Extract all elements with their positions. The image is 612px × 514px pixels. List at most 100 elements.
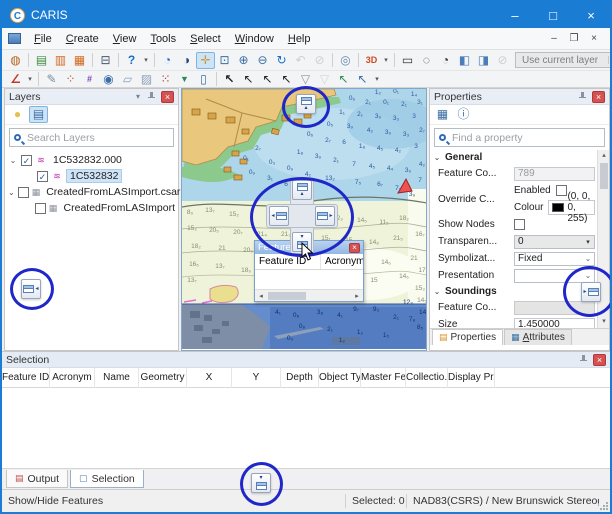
feature-code-field[interactable] bbox=[514, 167, 595, 181]
edit-acronym-icon[interactable]: # bbox=[80, 71, 99, 88]
tab-output[interactable]: ▤ Output bbox=[6, 470, 68, 488]
pin-icon[interactable] bbox=[578, 354, 589, 365]
column-header[interactable]: Feature ID bbox=[2, 368, 50, 388]
layer-checkbox[interactable] bbox=[37, 171, 48, 182]
menu-window[interactable]: Window bbox=[228, 30, 281, 48]
minimize-button[interactable]: – bbox=[496, 2, 534, 28]
scrollbar-thumb[interactable] bbox=[268, 292, 306, 300]
previous-view-icon[interactable]: ↶ bbox=[291, 52, 310, 69]
column-header[interactable]: Object Ty... bbox=[319, 368, 361, 388]
layer-row-createdfromlasimport-csar[interactable]: ⌄ ▦ CreatedFromLASImport.csar bbox=[5, 184, 178, 200]
tab-selection[interactable]: ▢ Selection bbox=[70, 470, 144, 488]
column-header[interactable]: Master Fe... bbox=[361, 368, 406, 388]
new-layer-icon[interactable]: ● bbox=[8, 106, 27, 123]
select-radius-icon[interactable]: ◔ bbox=[436, 52, 455, 69]
layer-checkbox[interactable] bbox=[21, 155, 32, 166]
select-node-icon[interactable]: ↖ bbox=[277, 71, 296, 88]
column-header[interactable]: Collectio... bbox=[406, 368, 448, 388]
features-hscrollbar[interactable]: ◂ ▸ bbox=[255, 289, 363, 301]
column-header[interactable]: Name bbox=[95, 368, 139, 388]
layer-row-createdfromlasimport[interactable]: ▦ CreatedFromLASImport bbox=[5, 200, 178, 216]
layer-row-1C532832-000[interactable]: ⌄ ≋ 1C532832.000 bbox=[5, 152, 178, 168]
colour-picker[interactable]: (0, 0, 0, 255) bbox=[548, 200, 595, 215]
pin-icon[interactable] bbox=[146, 91, 157, 102]
use-current-layer-combo[interactable]: Use current layer ▾ bbox=[515, 52, 612, 68]
menu-help[interactable]: Help bbox=[281, 30, 318, 48]
expander-icon[interactable]: ⌄ bbox=[8, 156, 18, 165]
column-header[interactable]: X bbox=[187, 368, 232, 388]
measure-angle-icon[interactable]: ∠ bbox=[6, 71, 25, 88]
digitize-area-icon[interactable]: ▱ bbox=[118, 71, 137, 88]
chevron-down-icon[interactable]: ⌄ bbox=[432, 153, 442, 162]
maximize-button[interactable]: □ bbox=[534, 2, 572, 28]
zoom-window-icon[interactable]: ⊡ bbox=[215, 52, 234, 69]
layer-row-1C532832[interactable]: ≋ 1C532832 bbox=[5, 168, 178, 184]
dropdown-icon[interactable]: ▾ bbox=[582, 238, 594, 246]
select-acronym-icon[interactable]: ↖ bbox=[258, 71, 277, 88]
zoom-out-icon[interactable]: ⊖ bbox=[253, 52, 272, 69]
close-icon[interactable]: × bbox=[161, 91, 174, 103]
add-to-selection-icon[interactable]: ◧ bbox=[455, 52, 474, 69]
layers-view-icon[interactable]: ▤ bbox=[29, 106, 48, 123]
menu-file[interactable]: File bbox=[27, 30, 59, 48]
redraw-view-icon[interactable]: ◑ bbox=[177, 52, 196, 69]
tab-properties[interactable]: ▤ Properties bbox=[432, 329, 503, 345]
mdi-minimize-button[interactable]: – bbox=[544, 33, 564, 44]
import-file-icon[interactable]: ▥ bbox=[51, 52, 70, 69]
rotate-view-icon[interactable]: ↻ bbox=[272, 52, 291, 69]
filter-outline-icon[interactable]: ▽ bbox=[296, 71, 315, 88]
features-table-body[interactable] bbox=[255, 270, 363, 278]
select-rectangle-icon[interactable]: ▭ bbox=[398, 52, 417, 69]
chevron-down-icon[interactable]: ⌄ bbox=[432, 287, 442, 296]
section-general[interactable]: ⌄ General bbox=[430, 150, 597, 165]
zoom-in-icon[interactable]: ⊕ bbox=[234, 52, 253, 69]
expander-icon[interactable]: ⌄ bbox=[8, 188, 15, 197]
toolbar-overflow-icon[interactable]: ▾ bbox=[141, 52, 151, 69]
layer-checkbox[interactable] bbox=[35, 203, 46, 214]
close-icon[interactable]: × bbox=[592, 91, 605, 103]
mdi-close-button[interactable]: × bbox=[584, 33, 604, 44]
column-header[interactable]: Display Pr... bbox=[448, 368, 495, 388]
vertex-edit-icon[interactable]: ⁙ bbox=[156, 71, 175, 88]
toolbar-overflow-icon[interactable]: ▾ bbox=[372, 71, 382, 88]
menu-create[interactable]: Create bbox=[59, 30, 106, 48]
scroll-right-icon[interactable]: ▸ bbox=[351, 292, 363, 300]
size-field[interactable] bbox=[514, 318, 595, 329]
toolbar-overflow-icon[interactable]: ▾ bbox=[25, 71, 35, 88]
digitize-grid-icon[interactable]: ▨ bbox=[137, 71, 156, 88]
toolbar-overflow-icon[interactable]: ▾ bbox=[381, 52, 391, 69]
features-col-acronym[interactable]: Acronym bbox=[321, 254, 363, 270]
layers-search-input[interactable] bbox=[25, 131, 169, 145]
select-filter-icon[interactable]: ↖ bbox=[334, 71, 353, 88]
tab-attributes[interactable]: ▦ Attributes bbox=[504, 329, 572, 345]
menu-tools[interactable]: Tools bbox=[143, 30, 183, 48]
column-header[interactable]: Depth bbox=[281, 368, 319, 388]
symbolization-combo[interactable]: Fixed ⌄ bbox=[514, 252, 595, 266]
info-icon[interactable]: ⓘ bbox=[454, 106, 473, 123]
menu-select[interactable]: Select bbox=[183, 30, 228, 48]
edit-feature-icon[interactable]: ✎ bbox=[42, 71, 61, 88]
close-icon[interactable]: × bbox=[349, 243, 360, 253]
pin-icon[interactable] bbox=[577, 91, 588, 102]
clear-filter-icon[interactable]: ▽ bbox=[315, 71, 334, 88]
select-vertex-icon[interactable]: ↖ bbox=[239, 71, 258, 88]
resize-grip[interactable] bbox=[599, 501, 608, 510]
scroll-down-icon[interactable]: ▾ bbox=[598, 316, 609, 328]
zoom-previous-icon[interactable]: ⊘ bbox=[310, 52, 329, 69]
open-file-icon[interactable]: ▤ bbox=[32, 52, 51, 69]
property-search-input[interactable] bbox=[450, 131, 600, 145]
scroll-up-icon[interactable]: ▴ bbox=[598, 150, 609, 162]
recent-files-icon[interactable]: ▦ bbox=[70, 52, 89, 69]
panel-menu-icon[interactable]: ▾ bbox=[132, 92, 144, 101]
transparency-dropdown[interactable]: 0 ▾ bbox=[514, 235, 595, 249]
column-header[interactable]: Acronym bbox=[50, 368, 95, 388]
selection-table-body[interactable] bbox=[2, 388, 610, 468]
view-3d-icon[interactable]: 3D bbox=[362, 52, 381, 69]
help-icon[interactable]: ? bbox=[122, 52, 141, 69]
scroll-left-icon[interactable]: ◂ bbox=[255, 292, 267, 300]
move-vertex-icon[interactable]: ⁘ bbox=[61, 71, 80, 88]
close-button[interactable]: × bbox=[572, 2, 610, 28]
combo-chevron-icon[interactable]: ⌄ bbox=[582, 254, 594, 263]
combo-dropdown-icon[interactable]: ▾ bbox=[608, 56, 612, 64]
layer-checkbox[interactable] bbox=[18, 187, 29, 198]
